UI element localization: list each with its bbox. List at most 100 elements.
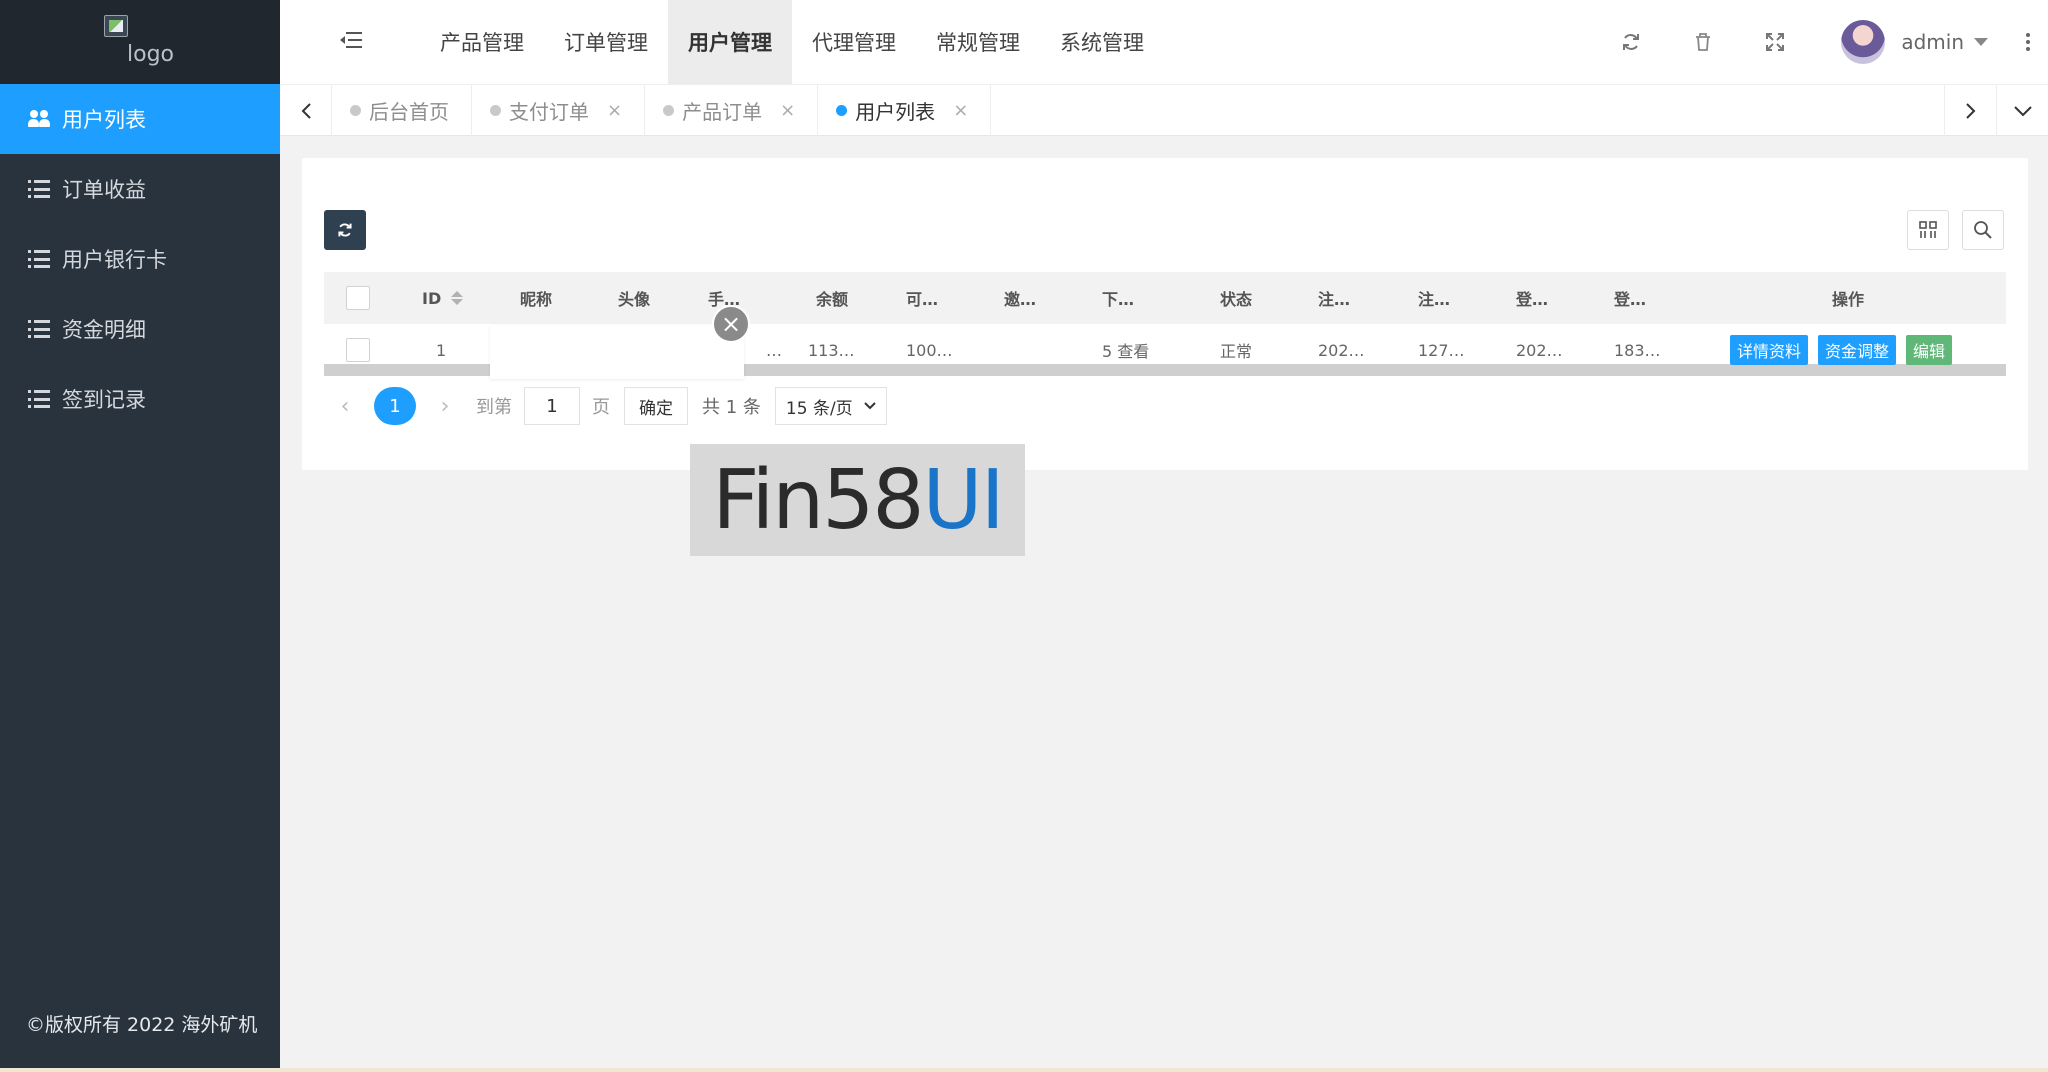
nav-general[interactable]: 常规管理 xyxy=(916,0,1040,84)
top-nav: 产品管理 订单管理 用户管理 代理管理 常规管理 系统管理 xyxy=(420,0,1164,84)
col-balance: 余额 xyxy=(816,290,849,309)
table-refresh-button[interactable] xyxy=(324,210,366,250)
refresh-icon[interactable] xyxy=(1595,0,1667,84)
cell-phone: … xyxy=(766,340,782,360)
columns-icon xyxy=(1919,221,1937,238)
current-page[interactable]: 1 xyxy=(374,387,416,425)
list-icon xyxy=(28,180,50,198)
col-login-ip: 登… xyxy=(1614,290,1647,309)
search-button[interactable] xyxy=(1962,210,2004,250)
page-size-select[interactable]: 15 条/页 xyxy=(774,387,887,425)
chevron-down-icon xyxy=(1974,38,1988,46)
sidebar-item-label: 订单收益 xyxy=(62,178,146,202)
col-available: 可… xyxy=(906,290,939,309)
sidebar-item-order-income[interactable]: 订单收益 xyxy=(0,154,280,224)
users-icon xyxy=(28,109,50,129)
list-icon xyxy=(28,320,50,338)
goto-page-input[interactable] xyxy=(524,387,580,425)
tab-product-orders[interactable]: 产品订单 × xyxy=(645,85,819,136)
cell-id: 1 xyxy=(436,340,447,360)
cell-available: 100… xyxy=(906,340,953,360)
broken-image-icon xyxy=(104,15,128,37)
columns-filter-button[interactable] xyxy=(1907,210,1949,250)
tooltip-popup xyxy=(490,325,744,379)
cell-subordinates[interactable]: 5 查看 xyxy=(1102,324,1149,376)
table-header: ID 昵称 头像 手… 余额 可… 邀… 下… 状态 注… 注… 登… 登… 操… xyxy=(324,272,2006,324)
col-invite: 邀… xyxy=(1004,290,1037,309)
select-all-checkbox[interactable] xyxy=(346,286,370,310)
close-icon[interactable]: × xyxy=(712,305,750,343)
tab-scroll-left-icon[interactable] xyxy=(280,85,332,136)
chevron-down-icon xyxy=(864,402,876,410)
user-menu[interactable]: admin xyxy=(1841,20,1988,64)
tab-bar: 后台首页 支付订单 × 产品订单 × 用户列表 × xyxy=(280,84,2048,136)
tab-dot xyxy=(490,105,501,116)
sort-icon[interactable] xyxy=(451,291,464,305)
page-size-value: 15 条/页 xyxy=(785,398,853,419)
watermark-text-accent: UI xyxy=(922,452,1005,548)
row-checkbox-cell xyxy=(346,324,370,376)
tab-scroll-right-icon[interactable] xyxy=(1944,85,1996,136)
sidebar-item-label: 用户列表 xyxy=(62,108,146,132)
list-icon xyxy=(28,250,50,268)
sidebar-item-label: 资金明细 xyxy=(62,318,146,342)
col-actions: 操作 xyxy=(1832,290,1865,309)
tab-label: 用户列表 xyxy=(855,100,936,124)
nav-agents[interactable]: 代理管理 xyxy=(792,0,916,84)
more-vertical-icon[interactable] xyxy=(2008,0,2048,84)
sidebar-item-bank-cards[interactable]: 用户银行卡 xyxy=(0,224,280,294)
fullscreen-icon[interactable] xyxy=(1739,0,1811,84)
cell-balance: 113… xyxy=(808,340,855,360)
logo-alt-text: logo xyxy=(127,42,174,67)
top-header: 产品管理 订单管理 用户管理 代理管理 常规管理 系统管理 admin xyxy=(280,0,2048,84)
cell-status: 正常 xyxy=(1220,342,1253,361)
username: admin xyxy=(1901,30,1964,54)
nav-orders[interactable]: 订单管理 xyxy=(544,0,668,84)
close-icon[interactable]: × xyxy=(953,100,968,121)
tab-label: 产品订单 xyxy=(682,100,763,124)
fund-adjust-button[interactable]: 资金调整 xyxy=(1818,335,1897,365)
logo[interactable]: logo xyxy=(0,0,280,84)
col-reg-ip: 注… xyxy=(1418,290,1451,309)
sidebar: logo 用户列表 订单收益 用户银行卡 资金明细 签到记录 ©版权所有 202… xyxy=(0,0,280,1068)
prev-page-icon[interactable]: ‹ xyxy=(330,394,360,419)
header-actions: admin xyxy=(1595,0,2048,84)
details-button[interactable]: 详情资料 xyxy=(1730,335,1809,365)
sidebar-item-fund-details[interactable]: 资金明细 xyxy=(0,294,280,364)
avatar xyxy=(1841,20,1886,64)
watermark-text-main: Fin58 xyxy=(712,452,924,548)
nav-system[interactable]: 系统管理 xyxy=(1040,0,1164,84)
close-icon[interactable]: × xyxy=(780,100,795,121)
tab-payment-orders[interactable]: 支付订单 × xyxy=(472,85,646,136)
tab-label: 后台首页 xyxy=(369,100,449,124)
sidebar-item-label: 签到记录 xyxy=(62,388,146,412)
next-page-icon[interactable]: › xyxy=(430,394,460,419)
tab-user-list[interactable]: 用户列表 × xyxy=(818,85,992,136)
tab-home[interactable]: 后台首页 xyxy=(332,85,472,136)
close-icon[interactable]: × xyxy=(607,100,622,121)
watermark: Fin58 UI xyxy=(690,444,1025,556)
chevron-down-icon[interactable] xyxy=(1996,85,2048,136)
nav-products[interactable]: 产品管理 xyxy=(420,0,544,84)
goto-label: 到第 xyxy=(476,397,512,418)
nav-users[interactable]: 用户管理 xyxy=(668,0,792,84)
col-id[interactable]: ID xyxy=(422,272,464,324)
sidebar-menu: 用户列表 订单收益 用户银行卡 资金明细 签到记录 xyxy=(0,84,280,434)
sidebar-item-checkin-records[interactable]: 签到记录 xyxy=(0,364,280,434)
col-reg-time: 注… xyxy=(1318,290,1351,309)
trash-icon[interactable] xyxy=(1667,0,1739,84)
bottom-border xyxy=(0,1068,2048,1072)
select-all-checkbox-cell xyxy=(346,272,370,324)
pagination: ‹ 1 › 到第 页 确定 共 1 条 15 条/页 xyxy=(330,386,887,426)
row-checkbox[interactable] xyxy=(346,338,370,362)
sidebar-item-user-list[interactable]: 用户列表 xyxy=(0,84,280,154)
edit-button[interactable]: 编辑 xyxy=(1906,335,1953,365)
goto-confirm-button[interactable]: 确定 xyxy=(624,387,688,425)
list-icon xyxy=(28,390,50,408)
tabs: 后台首页 支付订单 × 产品订单 × 用户列表 × xyxy=(332,85,992,136)
copyright-footer: ©版权所有 2022 海外矿机 xyxy=(26,1014,258,1036)
sidebar-item-label: 用户银行卡 xyxy=(62,248,167,272)
col-status: 状态 xyxy=(1220,290,1253,309)
cell-reg-time: 202… xyxy=(1318,340,1365,360)
sidebar-toggle-icon[interactable] xyxy=(340,30,362,50)
